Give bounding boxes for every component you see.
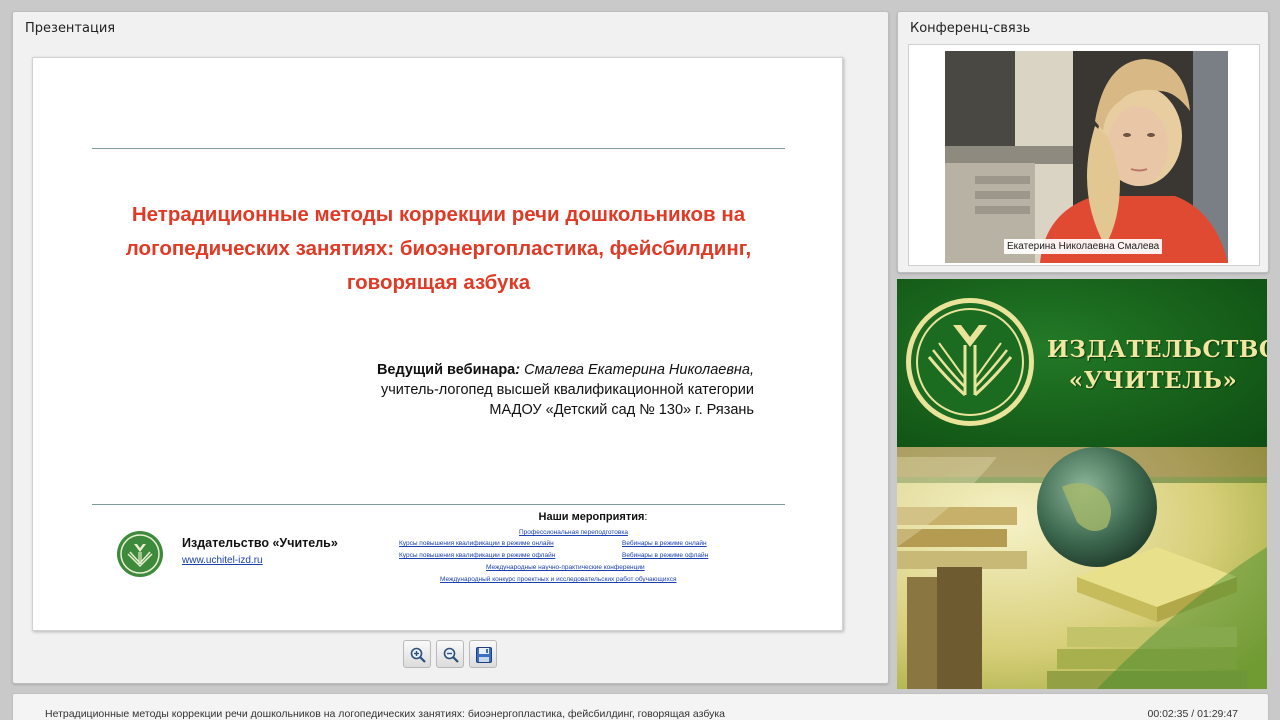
footer-publisher: Издательство «Учитель»	[182, 536, 338, 550]
banner-publisher-name: ИЗДАТЕЛЬСТВО «УЧИТЕЛЬ»	[1047, 334, 1267, 396]
slide: Нетрадиционные методы коррекции речи дош…	[32, 57, 843, 631]
presenter-colon: :	[515, 362, 525, 378]
banner-line1: ИЗДАТЕЛЬСТВО	[1047, 336, 1267, 363]
presenter-position: учитель-логопед высшей квалификационной …	[380, 382, 754, 398]
playback-time: 00:02:35 / 01:29:47	[1147, 708, 1238, 720]
books-globe-image	[897, 447, 1267, 689]
save-button[interactable]	[469, 640, 497, 668]
zoom-in-icon	[410, 647, 426, 663]
event-link[interactable]: Курсы повышения квалификации в режиме он…	[399, 540, 554, 547]
footer-url-link[interactable]: www.uchitel-izd.ru	[182, 555, 263, 566]
zoom-out-icon	[443, 647, 459, 663]
video-feed[interactable]: Екатерина Николаевна Смалева	[945, 51, 1228, 263]
event-link[interactable]: Вебинары в режиме онлайн	[622, 540, 707, 547]
video-frame: Екатерина Николаевна Смалева	[908, 44, 1260, 266]
presenter-name: Смалева Екатерина Николаевна	[524, 362, 750, 378]
speaker-video-image	[945, 51, 1228, 263]
webinar-title: Нетрадиционные методы коррекции речи дош…	[45, 708, 726, 720]
presentation-panel: Презентация Нетрадиционные методы коррек…	[12, 11, 889, 684]
zoom-out-button[interactable]	[436, 640, 464, 668]
banner-top: ИЗДАТЕЛЬСТВО «УЧИТЕЛЬ»	[897, 279, 1267, 447]
presenter-comma: ,	[749, 362, 754, 378]
publisher-logo-icon	[117, 531, 163, 577]
event-link[interactable]: Международный конкурс проектных и исслед…	[440, 576, 676, 583]
presenter-info: Ведущий вебинара: Смалева Екатерина Нико…	[377, 360, 754, 420]
conference-panel-title: Конференц-связь	[910, 21, 1031, 36]
events-heading: Наши мероприятия:	[393, 511, 793, 523]
speaker-name-label: Екатерина Николаевна Смалева	[1004, 239, 1163, 254]
presentation-panel-title: Презентация	[25, 21, 116, 36]
event-link[interactable]: Вебинары в режиме офлайн	[622, 552, 708, 559]
time-separator: /	[1188, 708, 1198, 720]
events-heading-colon: :	[644, 511, 648, 523]
slide-bottom-rule	[92, 504, 785, 505]
total-time: 01:29:47	[1197, 708, 1238, 720]
event-link[interactable]: Курсы повышения квалификации в режиме оф…	[399, 552, 555, 559]
event-link[interactable]: Международные научно-практические конфер…	[486, 564, 645, 571]
banner-line2: «УЧИТЕЛЬ»	[1068, 367, 1238, 394]
slide-top-rule	[92, 148, 785, 149]
presenter-label: Ведущий вебинара	[376, 362, 516, 378]
zoom-in-button[interactable]	[403, 640, 431, 668]
publisher-banner: ИЗДАТЕЛЬСТВО «УЧИТЕЛЬ»	[897, 279, 1267, 689]
slide-title: Нетрадиционные методы коррекции речи дош…	[125, 203, 752, 294]
floppy-disk-icon	[476, 647, 492, 663]
publisher-emblem-icon	[906, 298, 1034, 426]
elapsed-time: 00:02:35	[1147, 708, 1189, 720]
events-heading-text: Наши мероприятия	[538, 511, 645, 523]
conference-panel: Конференц-связь Екатерина Николаевна Сма…	[897, 11, 1269, 273]
event-link[interactable]: Профессиональная переподготовка	[519, 529, 628, 536]
bottom-bar: Нетрадиционные методы коррекции речи дош…	[12, 693, 1269, 720]
presenter-org: МАДОУ «Детский сад № 130» г. Рязань	[489, 402, 754, 418]
